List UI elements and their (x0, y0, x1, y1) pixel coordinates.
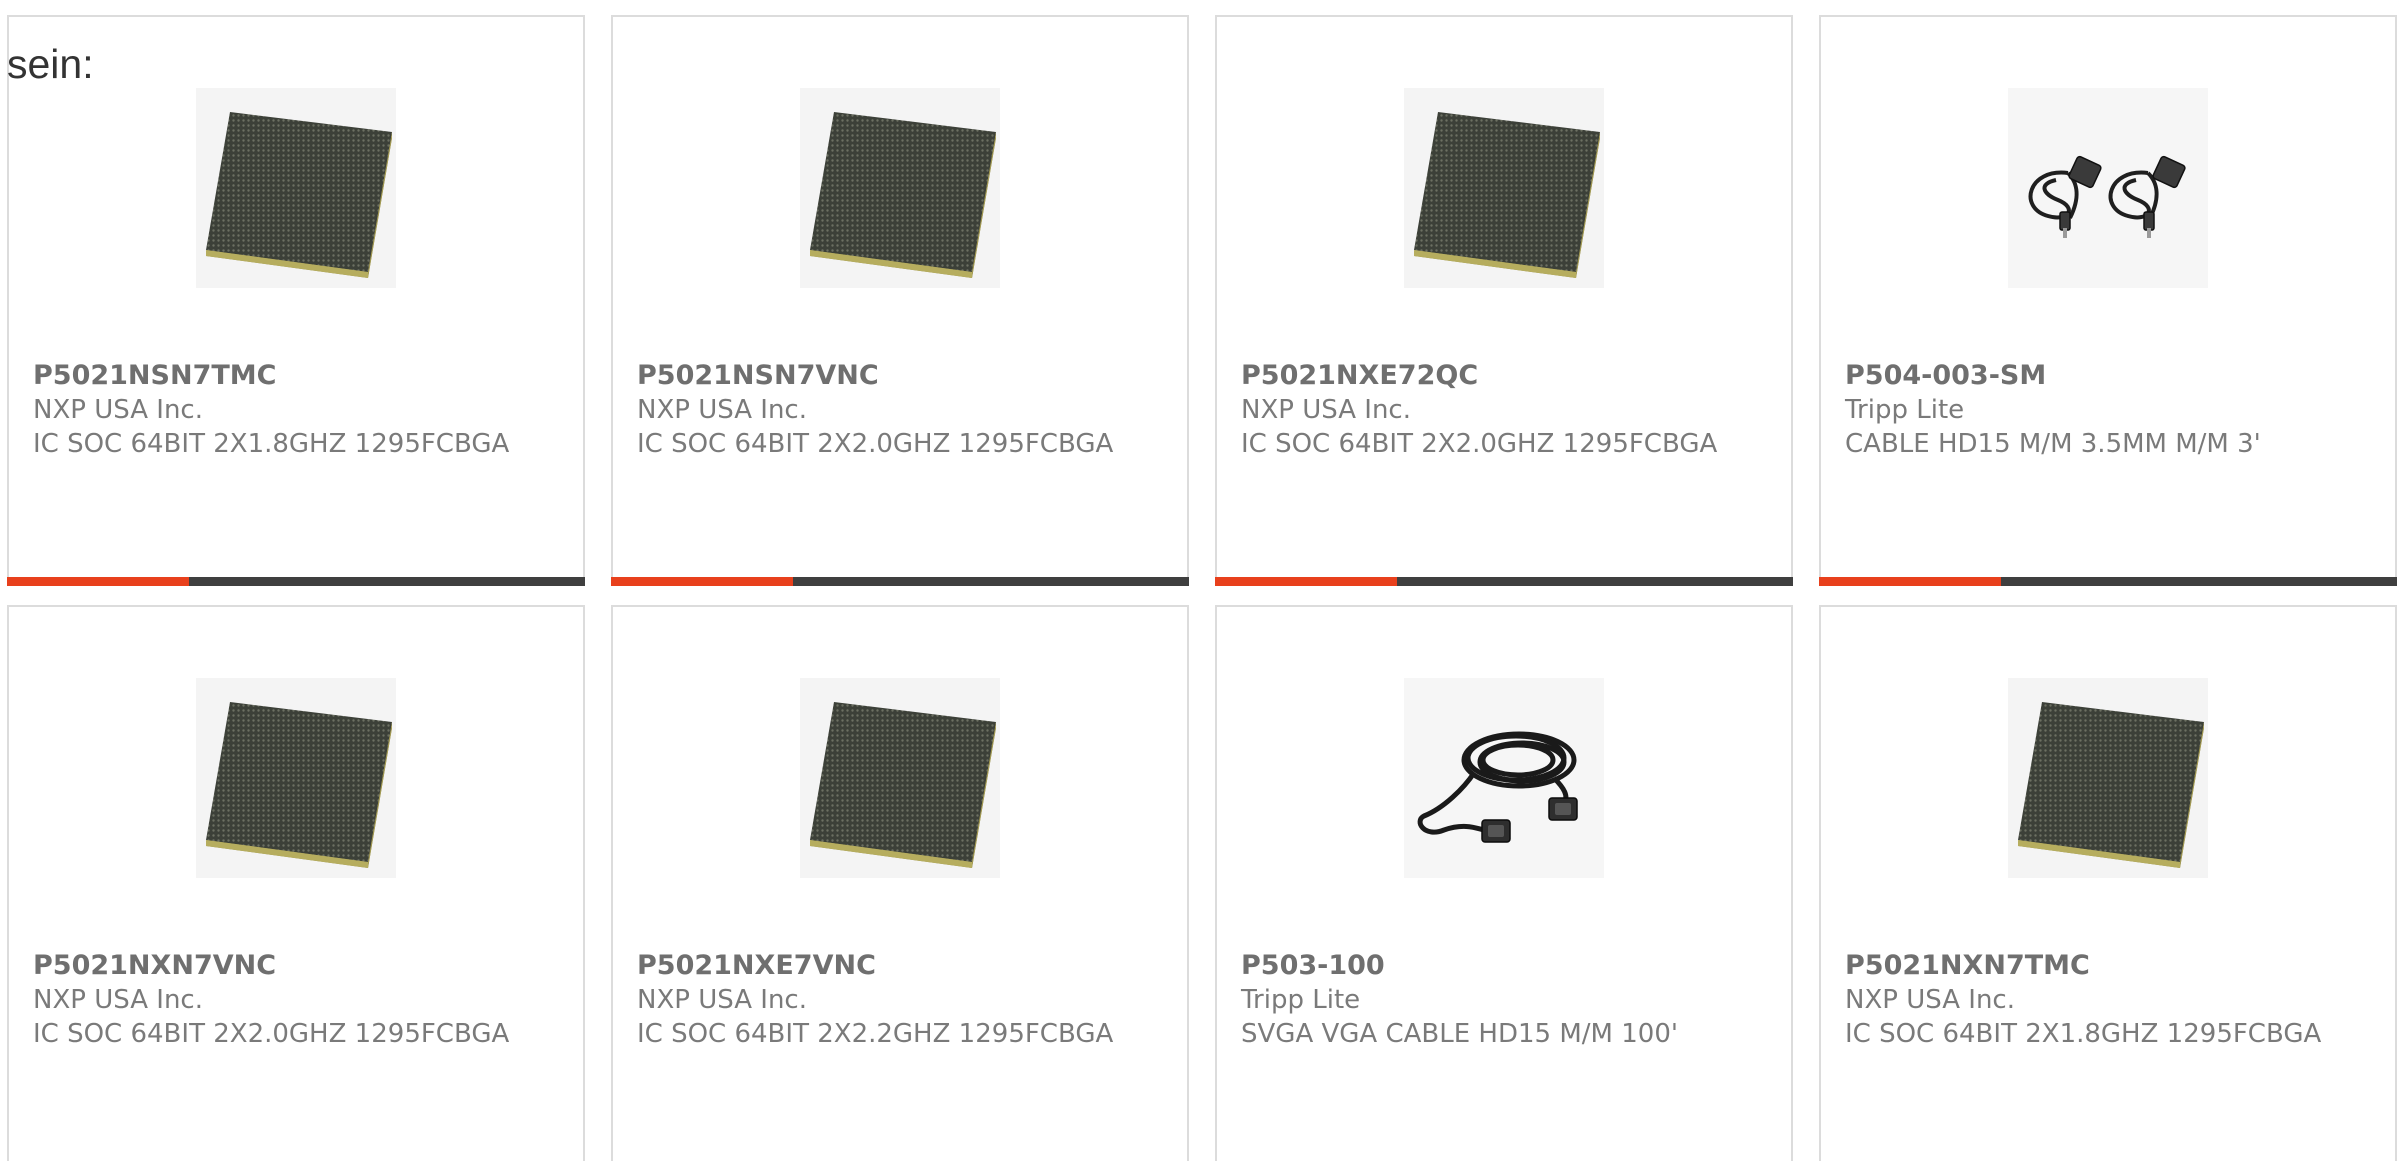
card-bottom-bar (1215, 577, 1793, 586)
chip-image[interactable] (196, 678, 396, 878)
description: IC SOC 64BIT 2X2.0GHZ 1295FCBGA (1241, 429, 1718, 459)
description: IC SOC 64BIT 2X2.0GHZ 1295FCBGA (637, 429, 1114, 459)
intro-label: sein: (7, 41, 94, 87)
manufacturer: Tripp Lite (1845, 395, 1965, 425)
description: IC SOC 64BIT 2X2.2GHZ 1295FCBGA (637, 1019, 1114, 1049)
card-accent-bar (7, 577, 189, 586)
manufacturer: Tripp Lite (1241, 985, 1361, 1015)
part-number-link[interactable]: P503-100 (1241, 949, 1771, 983)
cable-pair-image[interactable] (2008, 88, 2208, 288)
chip-image[interactable] (800, 88, 1000, 288)
chip-image[interactable] (196, 88, 396, 288)
description: IC SOC 64BIT 2X1.8GHZ 1295FCBGA (33, 429, 510, 459)
product-card[interactable]: P5021NXE72QC NXP USA Inc. IC SOC 64BIT 2… (1215, 15, 1793, 586)
product-card[interactable]: P5021NSN7VNC NXP USA Inc. IC SOC 64BIT 2… (611, 15, 1189, 586)
card-bottom-bar (7, 577, 585, 586)
part-number-link[interactable]: P5021NXE72QC (1241, 359, 1771, 393)
chip-image[interactable] (800, 678, 1000, 878)
description: IC SOC 64BIT 2X1.8GHZ 1295FCBGA (1845, 1019, 2322, 1049)
product-card[interactable]: P5021NXE7VNC NXP USA Inc. IC SOC 64BIT 2… (611, 605, 1189, 1161)
part-number-link[interactable]: P5021NXE7VNC (637, 949, 1167, 983)
part-number-link[interactable]: P5021NSN7TMC (33, 359, 563, 393)
card-accent-bar (1819, 577, 2001, 586)
cable-coil-image[interactable] (1404, 678, 1604, 878)
card-bottom-bar (1819, 577, 2397, 586)
manufacturer: NXP USA Inc. (637, 985, 807, 1015)
product-card[interactable]: P5021NXN7TMC NXP USA Inc. IC SOC 64BIT 2… (1819, 605, 2397, 1161)
card-bottom-bar (611, 577, 1189, 586)
manufacturer: NXP USA Inc. (637, 395, 807, 425)
part-number-link[interactable]: P5021NSN7VNC (637, 359, 1167, 393)
description: IC SOC 64BIT 2X2.0GHZ 1295FCBGA (33, 1019, 510, 1049)
description: SVGA VGA CABLE HD15 M/M 100' (1241, 1019, 1679, 1049)
card-accent-bar (611, 577, 793, 586)
part-number-link[interactable]: P5021NXN7TMC (1845, 949, 2375, 983)
chip-image[interactable] (2008, 678, 2208, 878)
manufacturer: NXP USA Inc. (33, 395, 203, 425)
part-number-link[interactable]: P5021NXN7VNC (33, 949, 563, 983)
manufacturer: NXP USA Inc. (1241, 395, 1411, 425)
description: CABLE HD15 M/M 3.5MM M/M 3' (1845, 429, 2261, 459)
product-grid-page: sein: P5021NSN7TMC NXP USA Inc. IC SOC 6… (0, 0, 2400, 1161)
part-number-link[interactable]: P504-003-SM (1845, 359, 2375, 393)
product-card[interactable]: P5021NXN7VNC NXP USA Inc. IC SOC 64BIT 2… (7, 605, 585, 1161)
card-accent-bar (1215, 577, 1397, 586)
manufacturer: NXP USA Inc. (33, 985, 203, 1015)
manufacturer: NXP USA Inc. (1845, 985, 2015, 1015)
product-card[interactable]: P5021NSN7TMC NXP USA Inc. IC SOC 64BIT 2… (7, 15, 585, 586)
product-card[interactable]: P504-003-SM Tripp Lite CABLE HD15 M/M 3.… (1819, 15, 2397, 586)
product-card[interactable]: P503-100 Tripp Lite SVGA VGA CABLE HD15 … (1215, 605, 1793, 1161)
chip-image[interactable] (1404, 88, 1604, 288)
